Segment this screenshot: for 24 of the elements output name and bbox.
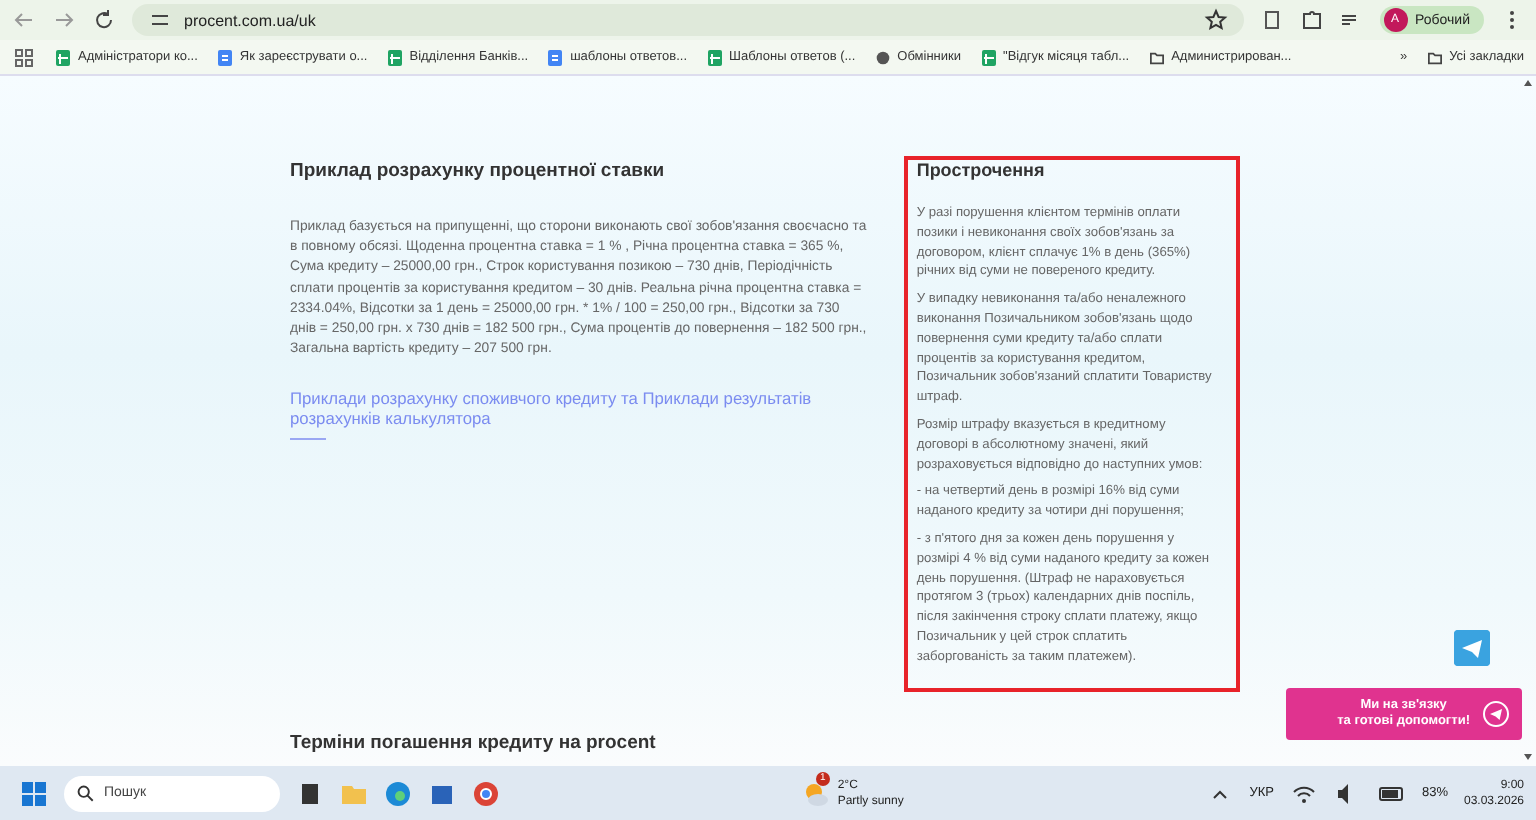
forward-icon[interactable] xyxy=(52,8,76,32)
sun-cloud-icon xyxy=(801,779,830,807)
address-bar[interactable]: procent.com.ua/uk xyxy=(132,4,1244,36)
start-icon[interactable] xyxy=(20,779,48,807)
overdue-heading: Прострочення xyxy=(916,160,1047,180)
send-icon xyxy=(1482,700,1510,728)
telegram-button[interactable] xyxy=(1454,630,1490,666)
search-icon xyxy=(76,784,94,802)
section-heading: Терміни погашення кредиту на procent xyxy=(290,731,658,754)
spreadsheet-icon xyxy=(56,49,70,65)
spreadsheet-icon xyxy=(707,49,722,65)
back-icon[interactable] xyxy=(12,8,36,32)
section-heading: Приклад розрахунку процентної ставки xyxy=(290,160,667,182)
document-icon xyxy=(217,49,232,65)
document-icon xyxy=(548,49,563,65)
apps-icon[interactable] xyxy=(12,45,36,69)
chrome-icon[interactable] xyxy=(472,779,500,807)
edge-icon[interactable] xyxy=(384,779,412,807)
spreadsheet-icon xyxy=(981,49,996,65)
folder-icon xyxy=(1149,49,1164,65)
folder-icon xyxy=(1427,49,1442,65)
spreadsheet-icon xyxy=(387,49,402,65)
star-icon[interactable] xyxy=(1203,8,1228,32)
reload-icon[interactable] xyxy=(92,8,116,32)
